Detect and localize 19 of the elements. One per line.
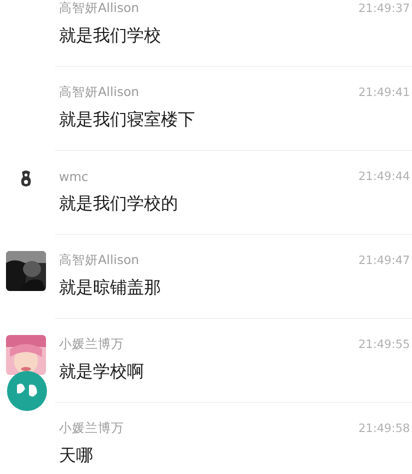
- message-text: 就是我们寝室楼下: [59, 109, 196, 132]
- message-time: 21:49:47: [358, 253, 410, 267]
- message-time: 21:49:58: [358, 421, 410, 435]
- sender-name: 小媛兰博万: [59, 336, 124, 352]
- message-time: 21:49:44: [358, 169, 410, 183]
- sender-name: 高智妍Allison: [59, 0, 140, 16]
- message-time: 21:49:55: [358, 337, 410, 351]
- message-time: 21:49:37: [358, 1, 410, 15]
- sender-name: wmc: [59, 168, 88, 184]
- sender-name: 高智妍Allison: [59, 252, 140, 268]
- message-time: 21:49:41: [358, 85, 410, 99]
- sender-name: 高智妍Allison: [59, 84, 140, 100]
- message-text: 就是我们学校: [59, 25, 162, 48]
- avatar-icon: [20, 170, 32, 188]
- message-text: 就是我们学校的: [59, 193, 179, 216]
- sender-name: 小媛兰博万: [59, 420, 124, 436]
- message-text: 天哪: [59, 445, 94, 468]
- message-text: 就是晾铺盖那: [59, 277, 162, 300]
- message-text: 就是学校啊: [59, 361, 145, 384]
